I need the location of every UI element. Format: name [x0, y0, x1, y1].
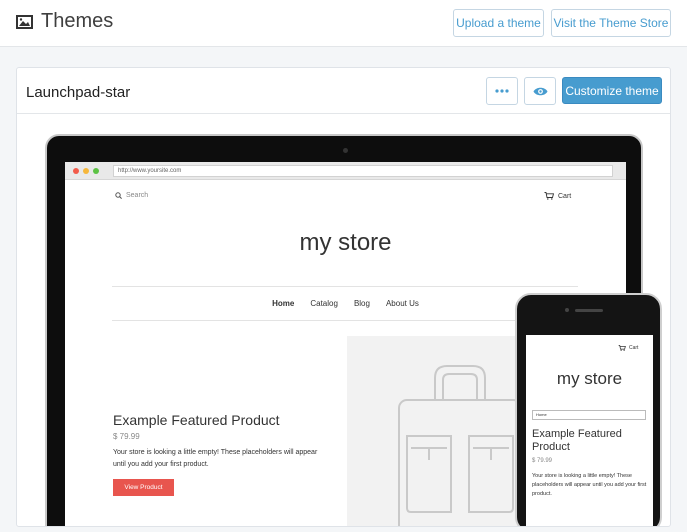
- page-title: Themes: [16, 10, 113, 33]
- theme-card: Launchpad-star Customize theme http://ww…: [16, 67, 671, 527]
- mobile-cart-label: Cart: [629, 345, 639, 351]
- phone-screen: Cart my store Home Example Featured Prod…: [526, 335, 653, 526]
- store-nav-blog: Blog: [353, 299, 370, 308]
- store-cart-label: Cart: [558, 192, 572, 200]
- image-icon: [16, 14, 33, 29]
- store-cart: Cart: [544, 192, 571, 200]
- mobile-featured-description: Your store is looking a little empty! Th…: [532, 473, 647, 497]
- cart-icon: [544, 192, 554, 200]
- mobile-nav-select: Home: [532, 410, 646, 420]
- featured-product-description: Your store is looking a little empty! Th…: [113, 449, 318, 468]
- visit-theme-store-button[interactable]: Visit the Theme Store: [551, 9, 671, 37]
- more-dots-icon: [495, 89, 509, 93]
- store-search: Search: [115, 192, 148, 199]
- laptop-camera: [343, 148, 348, 153]
- url-bar: http://www.yoursite.com: [113, 165, 613, 177]
- store-nav-home: Home: [272, 299, 295, 308]
- page-title-text: Themes: [41, 10, 114, 32]
- view-product-button: View Product: [113, 479, 174, 496]
- theme-card-header: Launchpad-star Customize theme: [17, 68, 670, 114]
- mobile-store-name: my store: [556, 369, 623, 388]
- store-name: my store: [299, 229, 392, 256]
- mobile-cart: Cart: [618, 345, 638, 351]
- browser-close-dot: [73, 168, 79, 174]
- theme-name: Launchpad-star: [26, 84, 131, 101]
- nav-divider-top: [112, 286, 578, 287]
- preview-button[interactable]: [524, 77, 556, 105]
- featured-product-title: Example Featured Product: [113, 412, 280, 428]
- phone-camera: [565, 308, 569, 312]
- upload-theme-button[interactable]: Upload a theme: [453, 9, 544, 37]
- phone-speaker: [575, 309, 603, 312]
- more-actions-button[interactable]: [486, 77, 518, 105]
- search-icon: [115, 192, 122, 199]
- nav-divider-bottom: [112, 320, 578, 321]
- store-search-label: Search: [126, 192, 149, 199]
- browser-minimize-dot: [83, 168, 89, 174]
- mobile-featured-title: Example Featured Product: [532, 428, 622, 453]
- eye-icon: [533, 87, 547, 95]
- store-nav-about: About Us: [385, 299, 419, 308]
- phone-preview: Cart my store Home Example Featured Prod…: [515, 293, 662, 526]
- browser-maximize-dot: [93, 168, 99, 174]
- store-nav-catalog: Catalog: [310, 299, 338, 308]
- cart-icon: [618, 345, 626, 351]
- browser-bar: http://www.yoursite.com: [65, 162, 626, 180]
- mobile-featured-price: $ 79.99: [532, 458, 553, 464]
- customize-theme-button[interactable]: Customize theme: [562, 77, 662, 104]
- featured-product-price: $ 79.99: [113, 432, 140, 441]
- top-bar: Themes Upload a theme Visit the Theme St…: [0, 0, 687, 47]
